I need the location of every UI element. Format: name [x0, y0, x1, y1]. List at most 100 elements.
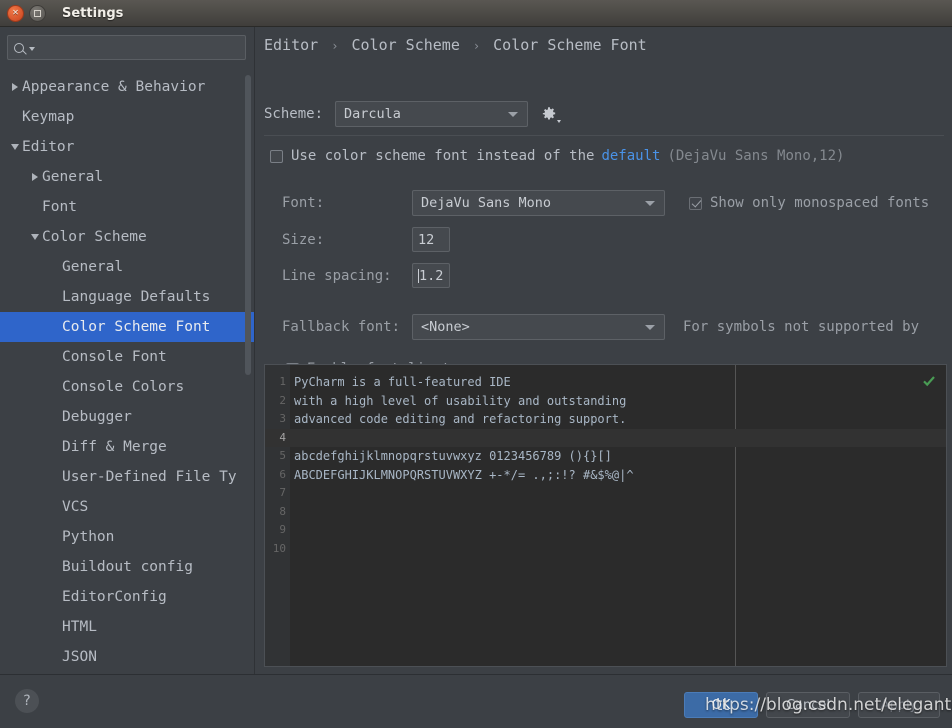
sidebar-item-label: General [42, 169, 104, 185]
chevron-down-icon [508, 112, 519, 117]
sidebar-item-font[interactable]: Font [0, 192, 254, 222]
editor-line: 10 [265, 540, 946, 559]
sidebar-item-color-scheme[interactable]: Color Scheme [0, 222, 254, 252]
sidebar-item-debugger[interactable]: Debugger [0, 402, 254, 432]
line-number: 1 [279, 375, 286, 388]
dialog-footer: ? OK Cancel Apply [0, 674, 952, 728]
line-text: advanced code editing and refactoring su… [294, 412, 627, 426]
default-font-description: (DejaVu Sans Mono,12) [667, 148, 845, 164]
editor-line: 3 advanced code editing and refactoring s… [265, 410, 946, 429]
sidebar-item-console-font[interactable]: Console Font [0, 342, 254, 372]
font-label: Font: [282, 195, 325, 211]
scheme-select-value: Darcula [344, 106, 401, 122]
line-number: 2 [279, 393, 286, 407]
scheme-row: Scheme: Darcula [264, 101, 562, 127]
sidebar-item-console-colors[interactable]: Console Colors [0, 372, 254, 402]
breadcrumb: Editor › Color Scheme › Color Scheme Fon… [264, 36, 647, 54]
font-row: Font: DejaVu Sans Mono Show only monospa… [282, 190, 929, 216]
sidebar-item-appearance-behavior[interactable]: Appearance & Behavior [0, 72, 254, 102]
sidebar-item-label: HTML [62, 619, 97, 635]
show-monospaced-label: Show only monospaced fonts [710, 195, 930, 211]
line-text [290, 429, 294, 448]
line-spacing-input[interactable]: 1.2 [412, 263, 450, 288]
sidebar-item-buildout-config[interactable]: Buildout config [0, 552, 254, 582]
sidebar-item-label: Console Colors [62, 379, 185, 395]
fallback-font-select[interactable]: <None> [412, 314, 665, 340]
gear-icon[interactable] [540, 105, 562, 123]
sidebar-item-general[interactable]: General [0, 252, 254, 282]
sidebar-item-html[interactable]: HTML [0, 612, 254, 642]
maximize-icon[interactable] [29, 4, 46, 22]
scheme-label: Scheme: [264, 106, 324, 122]
line-number: 10 [272, 541, 286, 555]
font-select[interactable]: DejaVu Sans Mono [412, 190, 665, 216]
line-text [290, 540, 294, 559]
line-spacing-row: Line spacing: 1.2 [282, 263, 450, 288]
chevron-down-icon[interactable] [28, 234, 42, 240]
fallback-font-hint: For symbols not supported by [683, 319, 920, 335]
sidebar-item-label: Color Scheme Font [62, 319, 211, 335]
sidebar-item-json[interactable]: JSON [0, 642, 254, 672]
cancel-button[interactable]: Cancel [766, 692, 850, 718]
sidebar-item-user-defined-file-ty[interactable]: User-Defined File Ty [0, 462, 254, 492]
sidebar-item-color-scheme-font[interactable]: Color Scheme Font [0, 312, 254, 342]
default-font-link[interactable]: default [601, 148, 660, 164]
editor-line: 1 PyCharm is a full-featured IDE [265, 373, 946, 392]
sidebar-item-label: Color Scheme [42, 229, 147, 245]
sidebar-item-general[interactable]: General [0, 162, 254, 192]
close-icon[interactable]: ✕ [7, 4, 24, 22]
settings-tree: Appearance & Behavior Keymap Editor General… [0, 72, 254, 674]
sidebar-item-keymap[interactable]: Keymap [0, 102, 254, 132]
chevron-down-icon[interactable] [8, 144, 22, 150]
line-spacing-input-value: 1.2 [419, 267, 444, 284]
search-box[interactable] [7, 35, 246, 60]
use-scheme-font-label: Use color scheme font instead of the [291, 148, 595, 164]
settings-sidebar: Appearance & Behavior Keymap Editor General… [0, 27, 255, 674]
scheme-select[interactable]: Darcula [335, 101, 529, 127]
search-field-wrapper[interactable] [7, 35, 246, 60]
sidebar-item-diff-merge[interactable]: Diff & Merge [0, 432, 254, 462]
sidebar-item-editor[interactable]: Editor [0, 132, 254, 162]
line-text: abcdefghijklmnopqrstuvwxyz 0123456789 ()… [294, 449, 612, 463]
sidebar-item-label: Language Defaults [62, 289, 211, 305]
sidebar-item-label: User-Defined File Ty [62, 469, 237, 485]
size-row: Size: 12 [282, 227, 450, 252]
use-scheme-font-row[interactable]: Use color scheme font instead of the def… [270, 148, 844, 164]
ok-button[interactable]: OK [684, 692, 758, 718]
editor-lines: 1 PyCharm is a full-featured IDE 2 with a h… [265, 373, 946, 558]
chevron-down-icon [645, 201, 655, 206]
editor-line: 6 ABCDEFGHIJKLMNOPQRSTUVWXYZ +-*/= .,;:!?… [265, 466, 946, 485]
use-scheme-font-checkbox[interactable] [270, 149, 283, 163]
sidebar-item-language-defaults[interactable]: Language Defaults [0, 282, 254, 312]
apply-button[interactable]: Apply [858, 692, 940, 718]
sidebar-item-label: General [62, 259, 124, 275]
sidebar-item-label: VCS [62, 499, 89, 515]
search-input[interactable] [35, 40, 245, 55]
size-input-value: 12 [418, 231, 435, 248]
size-input[interactable]: 12 [412, 227, 450, 252]
editor-line: 8 [265, 503, 946, 522]
settings-dialog: ✕ Settings Appearance & Behavior Keymap Ed… [0, 0, 952, 728]
line-text: with a high level of usability and outst… [294, 393, 627, 408]
chevron-right-icon[interactable] [8, 83, 22, 91]
fallback-font-label: Fallback font: [282, 319, 401, 335]
breadcrumb-item-0: Editor [264, 36, 319, 54]
line-spacing-label: Line spacing: [282, 267, 392, 284]
line-text [290, 503, 294, 522]
chevron-right-icon[interactable] [28, 173, 42, 181]
line-number: 5 [279, 449, 286, 462]
sidebar-item-vcs[interactable]: VCS [0, 492, 254, 522]
size-label: Size: [282, 231, 325, 248]
sidebar-item-python[interactable]: Python [0, 522, 254, 552]
breadcrumb-separator: › [472, 39, 481, 53]
search-icon[interactable] [14, 42, 35, 53]
line-number: 9 [279, 523, 286, 536]
sidebar-scrollbar[interactable] [245, 75, 251, 375]
breadcrumb-item-2: Color Scheme Font [493, 36, 647, 54]
font-preview-editor[interactable]: 1 PyCharm is a full-featured IDE 2 with a h… [264, 364, 947, 667]
sidebar-item-label: JSON [62, 649, 97, 665]
sidebar-item-editorconfig[interactable]: EditorConfig [0, 582, 254, 612]
show-monospaced-checkbox[interactable] [689, 196, 702, 210]
chevron-down-icon [645, 325, 655, 330]
help-icon[interactable]: ? [15, 689, 39, 713]
